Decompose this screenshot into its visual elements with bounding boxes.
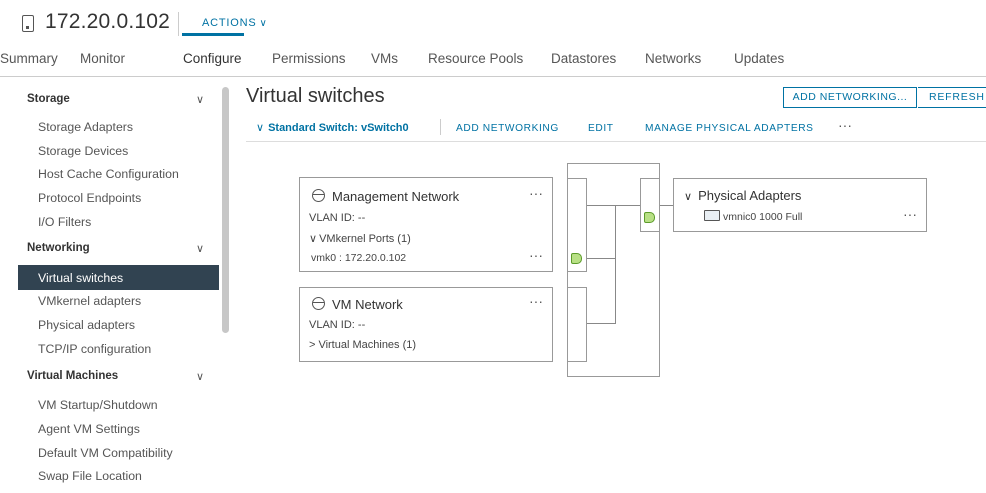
chevron-down-icon[interactable]: ∨ [196, 93, 204, 106]
vlan-id-label: VLAN ID: -- [309, 212, 366, 224]
page-title: Virtual switches [246, 85, 385, 107]
chevron-down-icon[interactable]: ∨ [196, 242, 204, 255]
port-group-name: Management Network [332, 189, 460, 204]
vmkernel-ports-toggle[interactable]: ∨ VMkernel Ports (1) [309, 232, 411, 245]
sidebar-item-io-filters[interactable]: I/O Filters [38, 215, 91, 229]
more-actions-icon[interactable]: ··· [903, 206, 917, 222]
vmkernel-port-icon[interactable] [571, 253, 582, 264]
sidebar-section-storage[interactable]: Storage [27, 93, 70, 105]
switch-name-label: Standard Switch: vSwitch0 [268, 122, 409, 134]
more-actions-icon[interactable]: ··· [529, 293, 543, 309]
physical-adapters-toggle[interactable]: ∨ Physical Adapters [684, 188, 801, 203]
switch-edit-link[interactable]: EDIT [588, 123, 614, 134]
switch-wire [587, 323, 615, 324]
tab-permissions[interactable]: Permissions [272, 51, 346, 66]
switch-wire [660, 205, 673, 206]
sidebar-section-networking[interactable]: Networking [27, 242, 90, 254]
sidebar-item-physical-adapters[interactable]: Physical adapters [38, 318, 135, 332]
add-networking-button[interactable]: ADD NETWORKING... [783, 87, 917, 108]
sidebar-item-protocol-endpoints[interactable]: Protocol Endpoints [38, 191, 141, 205]
switch-wire [615, 205, 616, 324]
virtual-machines-label: Virtual Machines (1) [318, 339, 417, 351]
virtual-machines-toggle[interactable]: > Virtual Machines (1) [309, 339, 416, 351]
sidebar-item-host-cache[interactable]: Host Cache Configuration [38, 167, 179, 181]
sidebar-item-agent-vm-settings[interactable]: Agent VM Settings [38, 422, 140, 436]
more-actions-icon[interactable]: ··· [529, 185, 543, 201]
sidebar-item-default-vm-compatibility[interactable]: Default VM Compatibility [38, 446, 173, 460]
chevron-right-icon: > [309, 339, 316, 351]
physical-adapters-label: Physical Adapters [698, 188, 802, 203]
tab-networks[interactable]: Networks [645, 51, 701, 66]
tab-vms[interactable]: VMs [371, 51, 398, 66]
switch-port-column-vm [567, 287, 587, 362]
switch-name-toggle[interactable]: ∨ Standard Switch: vSwitch0 [256, 121, 409, 134]
switch-uplink-column [640, 178, 660, 232]
sidebar-scrollbar[interactable] [222, 87, 229, 333]
chevron-down-icon: ∨ [309, 233, 318, 245]
refresh-button[interactable]: REFRESH [918, 87, 986, 108]
sidebar-item-storage-devices[interactable]: Storage Devices [38, 144, 128, 158]
sidebar-item-vm-startup-shutdown[interactable]: VM Startup/Shutdown [38, 398, 158, 412]
uplink-port-icon[interactable] [644, 212, 655, 223]
port-group-title: Management Network [312, 189, 459, 204]
toolbar-divider [440, 119, 441, 135]
vlan-id-label: VLAN ID: -- [309, 319, 366, 331]
port-group-card-vm-network: VM Network ··· VLAN ID: -- > Virtual Mach… [299, 287, 553, 362]
sidebar-item-virtual-switches[interactable]: Virtual switches [38, 271, 123, 285]
manage-physical-adapters-link[interactable]: MANAGE PHYSICAL ADAPTERS [645, 123, 814, 134]
vmkernel-ports-label: VMkernel Ports (1) [319, 233, 411, 245]
chevron-down-icon: ∨ [684, 191, 693, 203]
port-group-card-management: Management Network ··· VLAN ID: -- ∨ VMke… [299, 177, 553, 272]
chevron-down-icon: ∨ [259, 18, 268, 29]
sidebar-item-vmkernel-adapters[interactable]: VMkernel adapters [38, 294, 141, 308]
globe-icon [312, 297, 325, 310]
sidebar-item-swap-file-location[interactable]: Swap File Location [38, 469, 142, 483]
physical-nic-label: vmnic0 1000 Full [723, 211, 803, 223]
tab-updates[interactable]: Updates [734, 51, 784, 66]
switch-wire [587, 205, 615, 206]
switch-toolbar: ∨ Standard Switch: vSwitch0 ADD NETWORKIN… [246, 117, 986, 142]
sidebar: Storage ∨ Storage Adapters Storage Devic… [0, 0, 230, 493]
physical-nic-entry[interactable]: vmnic0 1000 Full [704, 210, 802, 223]
port-group-title: VM Network [312, 297, 403, 312]
switch-wire [587, 258, 615, 259]
switch-add-networking-link[interactable]: ADD NETWORKING [456, 123, 559, 134]
physical-adapters-card: ∨ Physical Adapters vmnic0 1000 Full ··· [673, 178, 927, 232]
tab-resource-pools[interactable]: Resource Pools [428, 51, 523, 66]
tab-datastores[interactable]: Datastores [551, 51, 616, 66]
chevron-down-icon[interactable]: ∨ [196, 370, 204, 383]
sidebar-item-storage-adapters[interactable]: Storage Adapters [38, 120, 133, 134]
port-group-name: VM Network [332, 297, 403, 312]
switch-wire [615, 205, 640, 206]
vmkernel-port-entry[interactable]: vmk0 : 172.20.0.102 [311, 252, 406, 264]
globe-icon [312, 189, 325, 202]
sidebar-item-tcpip-configuration[interactable]: TCP/IP configuration [38, 342, 151, 356]
nic-icon [704, 210, 720, 221]
more-actions-icon[interactable]: ··· [838, 117, 852, 133]
more-actions-icon[interactable]: ··· [529, 247, 543, 263]
chevron-down-icon: ∨ [256, 122, 265, 134]
sidebar-section-virtual-machines[interactable]: Virtual Machines [27, 370, 118, 382]
